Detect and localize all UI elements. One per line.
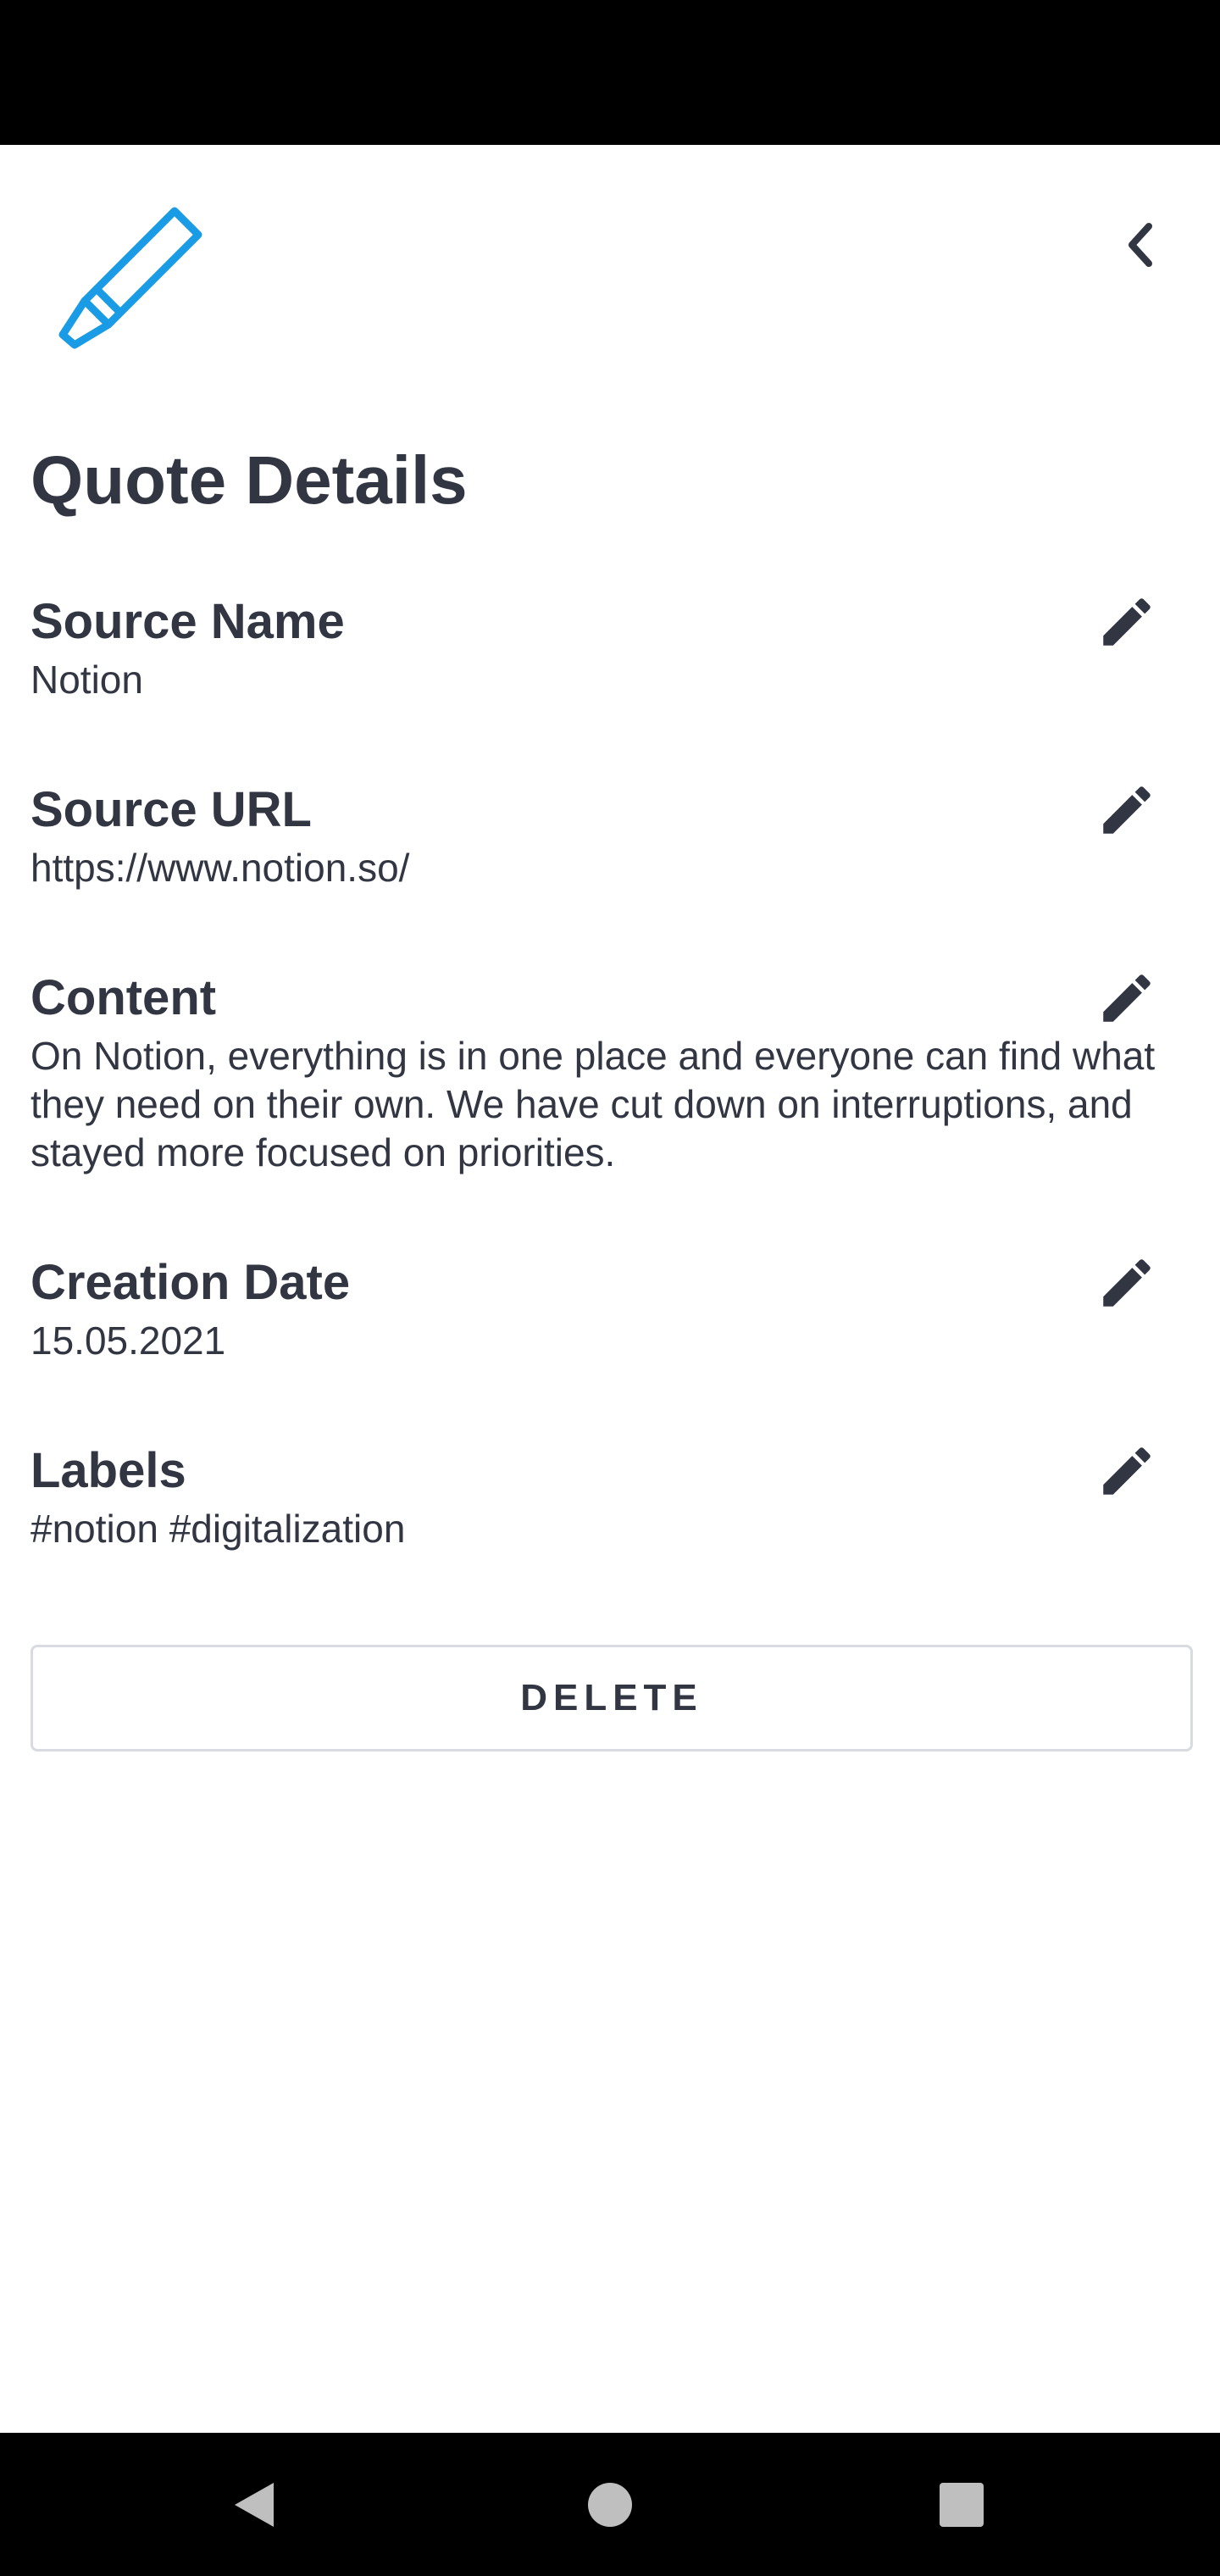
field-value: #notion #digitalization (30, 1507, 406, 1551)
back-button[interactable] (1101, 204, 1183, 286)
pencil-icon (1103, 786, 1151, 834)
field-source-name: Source Name Notion (30, 590, 1191, 704)
field-labels: Labels #notion #digitalization (30, 1439, 1191, 1553)
pencil-icon (1103, 1447, 1151, 1495)
field-label: Source URL (30, 782, 312, 837)
page-title: Quote Details (30, 442, 468, 518)
field-content: Content On Notion, everything is in one … (30, 966, 1191, 1177)
field-value: https://www.notion.so/ (30, 846, 410, 890)
edit-source-url-button[interactable] (1093, 776, 1161, 844)
highlighter-icon (56, 204, 214, 362)
nav-back-button[interactable] (217, 2467, 293, 2543)
field-source-url: Source URL https://www.notion.so/ (30, 778, 1191, 892)
field-creation-date: Creation Date 15.05.2021 (30, 1251, 1191, 1365)
field-value: On Notion, everything is in one place an… (30, 1034, 1156, 1174)
field-value: Notion (30, 658, 143, 702)
chevron-left-icon (1128, 223, 1152, 267)
pencil-icon (1103, 598, 1151, 646)
delete-button-label: DELETE (520, 1677, 703, 1718)
field-value: 15.05.2021 (30, 1319, 226, 1363)
field-label: Content (30, 970, 217, 1025)
delete-button[interactable]: DELETE (30, 1645, 1193, 1752)
status-bar (0, 0, 1220, 145)
edit-labels-button[interactable] (1093, 1437, 1161, 1505)
nav-recents-icon (940, 2483, 984, 2527)
nav-home-button[interactable] (572, 2467, 648, 2543)
pencil-icon (1103, 974, 1151, 1022)
edit-creation-date-button[interactable] (1093, 1249, 1161, 1317)
field-label: Creation Date (30, 1255, 351, 1310)
nav-back-icon (235, 2483, 274, 2527)
quote-details-screen: Quote Details Source Name Notion Source … (0, 145, 1220, 2433)
field-label: Source Name (30, 594, 345, 649)
pencil-icon (1103, 1259, 1151, 1307)
system-navigation-bar (0, 2433, 1220, 2576)
edit-content-button[interactable] (1093, 964, 1161, 1032)
edit-source-name-button[interactable] (1093, 588, 1161, 656)
nav-recents-button[interactable] (923, 2467, 1000, 2543)
field-label: Labels (30, 1443, 186, 1498)
nav-home-icon (588, 2483, 632, 2527)
